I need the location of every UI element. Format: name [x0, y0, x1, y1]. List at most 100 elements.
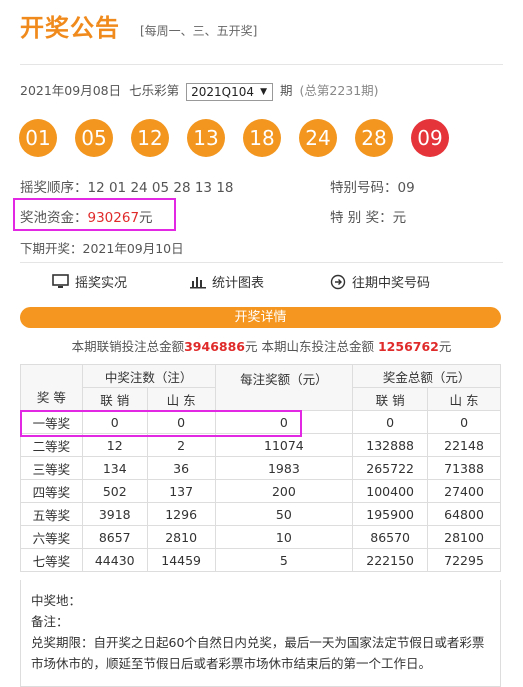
total-shandong: 22148	[427, 433, 501, 457]
total-lianxiao-header: 联 销	[352, 387, 429, 411]
live-draw-link[interactable]: 摇奖实况	[52, 272, 127, 291]
total-lianxiao: 222150	[352, 548, 429, 572]
issue-line: 2021年09月08日 七乐彩第 2021Q104 ▼ 期 (总第2231期)	[20, 80, 379, 102]
table-row: 六等奖 8657 2810 10 86570 28100	[20, 525, 501, 549]
history-label: 往期中奖号码	[352, 276, 431, 291]
draw-order-value: 12 01 24 05 28 13 18	[87, 180, 234, 196]
next-draw: 下期开奖：2021年09月10日	[20, 238, 184, 257]
bar-chart-icon	[190, 276, 206, 288]
per-amount: 5	[214, 548, 354, 572]
count-shandong-header: 山 东	[146, 387, 216, 411]
prize-table: 奖 等 中奖注数（注） 每注奖额（元） 奖金总额（元） 联 销 山 东 联 销 …	[20, 364, 501, 572]
sales-total: 3946886	[184, 339, 245, 354]
sales-mid: 元 本期山东投注总金额	[245, 339, 374, 354]
draw-order-label: 摇奖顺序：	[20, 180, 88, 196]
sales-suffix: 元	[438, 339, 452, 354]
total-lianxiao: 195900	[352, 502, 429, 526]
total-lianxiao: 0	[352, 410, 429, 434]
total-shandong: 71388	[427, 456, 501, 480]
ball-2: 05	[75, 119, 113, 157]
quick-links: 摇奖实况 统计图表 往期中奖号码	[0, 272, 523, 296]
count-lianxiao: 502	[81, 479, 148, 503]
total-shandong: 64800	[427, 502, 501, 526]
prize-level: 六等奖	[20, 525, 83, 549]
count-shandong: 137	[146, 479, 216, 503]
ball-7: 28	[355, 119, 393, 157]
ball-4: 13	[187, 119, 225, 157]
prize-level: 五等奖	[20, 502, 83, 526]
per-amount: 10	[214, 525, 354, 549]
page-title: 开奖公告	[20, 14, 120, 42]
prize-level: 七等奖	[20, 548, 83, 572]
live-draw-label: 摇奖实况	[75, 276, 128, 291]
next-draw-date: 2021年09月10日	[82, 241, 184, 256]
per-amount: 50	[214, 502, 354, 526]
count-header: 中奖注数（注）	[81, 364, 216, 388]
win-location: 中奖地：	[31, 593, 82, 608]
total-issues: (总第2231期)	[299, 83, 379, 98]
sales-prefix: 本期联销投注总金额	[71, 339, 185, 354]
issue-select[interactable]: 2021Q104 ▼	[186, 82, 273, 101]
ball-5: 18	[243, 119, 281, 157]
total-shandong-header: 山 东	[427, 387, 501, 411]
notes-panel: 中奖地： 备注： 兑奖期限：自开奖之日起60个自然日内兑奖，最后一天为国家法定节…	[20, 580, 501, 687]
total-shandong: 72295	[427, 548, 501, 572]
per-header: 每注奖额（元）	[214, 364, 354, 411]
special-number-label: 特别号码：	[330, 180, 398, 196]
level-header: 奖 等	[20, 364, 83, 411]
count-lianxiao: 134	[81, 456, 148, 480]
claim-deadline: 兑奖期限：自开奖之日起60个自然日内兑奖，最后一天为国家法定节假日或者彩票市场休…	[31, 635, 485, 671]
prize-level: 四等奖	[20, 479, 83, 503]
special-prize: 特 别 奖：元	[330, 206, 406, 226]
sales-shandong: 1256762	[377, 339, 439, 354]
ball-1: 01	[19, 119, 57, 157]
stats-chart-link[interactable]: 统计图表	[190, 272, 264, 291]
prize-level: 三等奖	[20, 456, 83, 480]
draw-date: 2021年09月08日	[20, 83, 122, 98]
count-lianxiao: 44430	[81, 548, 148, 572]
total-shandong: 27400	[427, 479, 501, 503]
stats-chart-label: 统计图表	[212, 276, 265, 291]
special-number-value: 09	[397, 180, 415, 196]
ball-3: 12	[131, 119, 169, 157]
count-shandong: 36	[146, 456, 216, 480]
table-row: 三等奖 134 36 1983 265722 71388	[20, 456, 501, 480]
chevron-down-icon: ▼	[260, 86, 267, 97]
count-shandong: 2810	[146, 525, 216, 549]
count-shandong: 14459	[146, 548, 216, 572]
remark: 备注：	[31, 614, 69, 629]
next-draw-label: 下期开奖：	[20, 241, 83, 256]
total-lianxiao: 86570	[352, 525, 429, 549]
first-prize-highlight	[20, 410, 302, 437]
special-prize-value: 元	[392, 210, 407, 226]
divider	[20, 262, 503, 263]
special-ball: 09	[411, 119, 449, 157]
total-lianxiao: 100400	[352, 479, 429, 503]
issue-suffix: 期	[279, 83, 293, 98]
draw-schedule: [每周一、三、五开奖]	[140, 24, 258, 38]
table-row: 七等奖 44430 14459 5 222150 72295	[20, 548, 501, 572]
table-header-row: 奖 等 中奖注数（注） 每注奖额（元） 奖金总额（元）	[20, 364, 501, 411]
special-prize-label: 特 别 奖：	[330, 210, 393, 226]
divider	[20, 64, 503, 65]
count-shandong: 1296	[146, 502, 216, 526]
total-shandong: 0	[427, 410, 501, 434]
total-shandong: 28100	[427, 525, 501, 549]
table-row: 四等奖 502 137 200 100400 27400	[20, 479, 501, 503]
arrow-circle-icon	[330, 274, 346, 289]
special-number: 特别号码：09	[330, 176, 415, 196]
total-lianxiao: 132888	[352, 433, 429, 457]
prize-pool-highlight	[13, 198, 176, 231]
draw-details-bar[interactable]: 开奖详情	[20, 307, 501, 328]
count-lianxiao-header: 联 销	[81, 387, 148, 411]
monitor-icon	[52, 274, 69, 288]
count-lianxiao: 3918	[81, 502, 148, 526]
total-lianxiao: 265722	[352, 456, 429, 480]
issue-select-value: 2021Q104	[191, 84, 254, 99]
table-row: 五等奖 3918 1296 50 195900 64800	[20, 502, 501, 526]
sales-summary: 本期联销投注总金额3946886元 本期山东投注总金额 1256762元	[0, 336, 523, 355]
ball-6: 24	[299, 119, 337, 157]
count-lianxiao: 8657	[81, 525, 148, 549]
history-link[interactable]: 往期中奖号码	[330, 272, 430, 291]
per-amount: 200	[214, 479, 354, 503]
